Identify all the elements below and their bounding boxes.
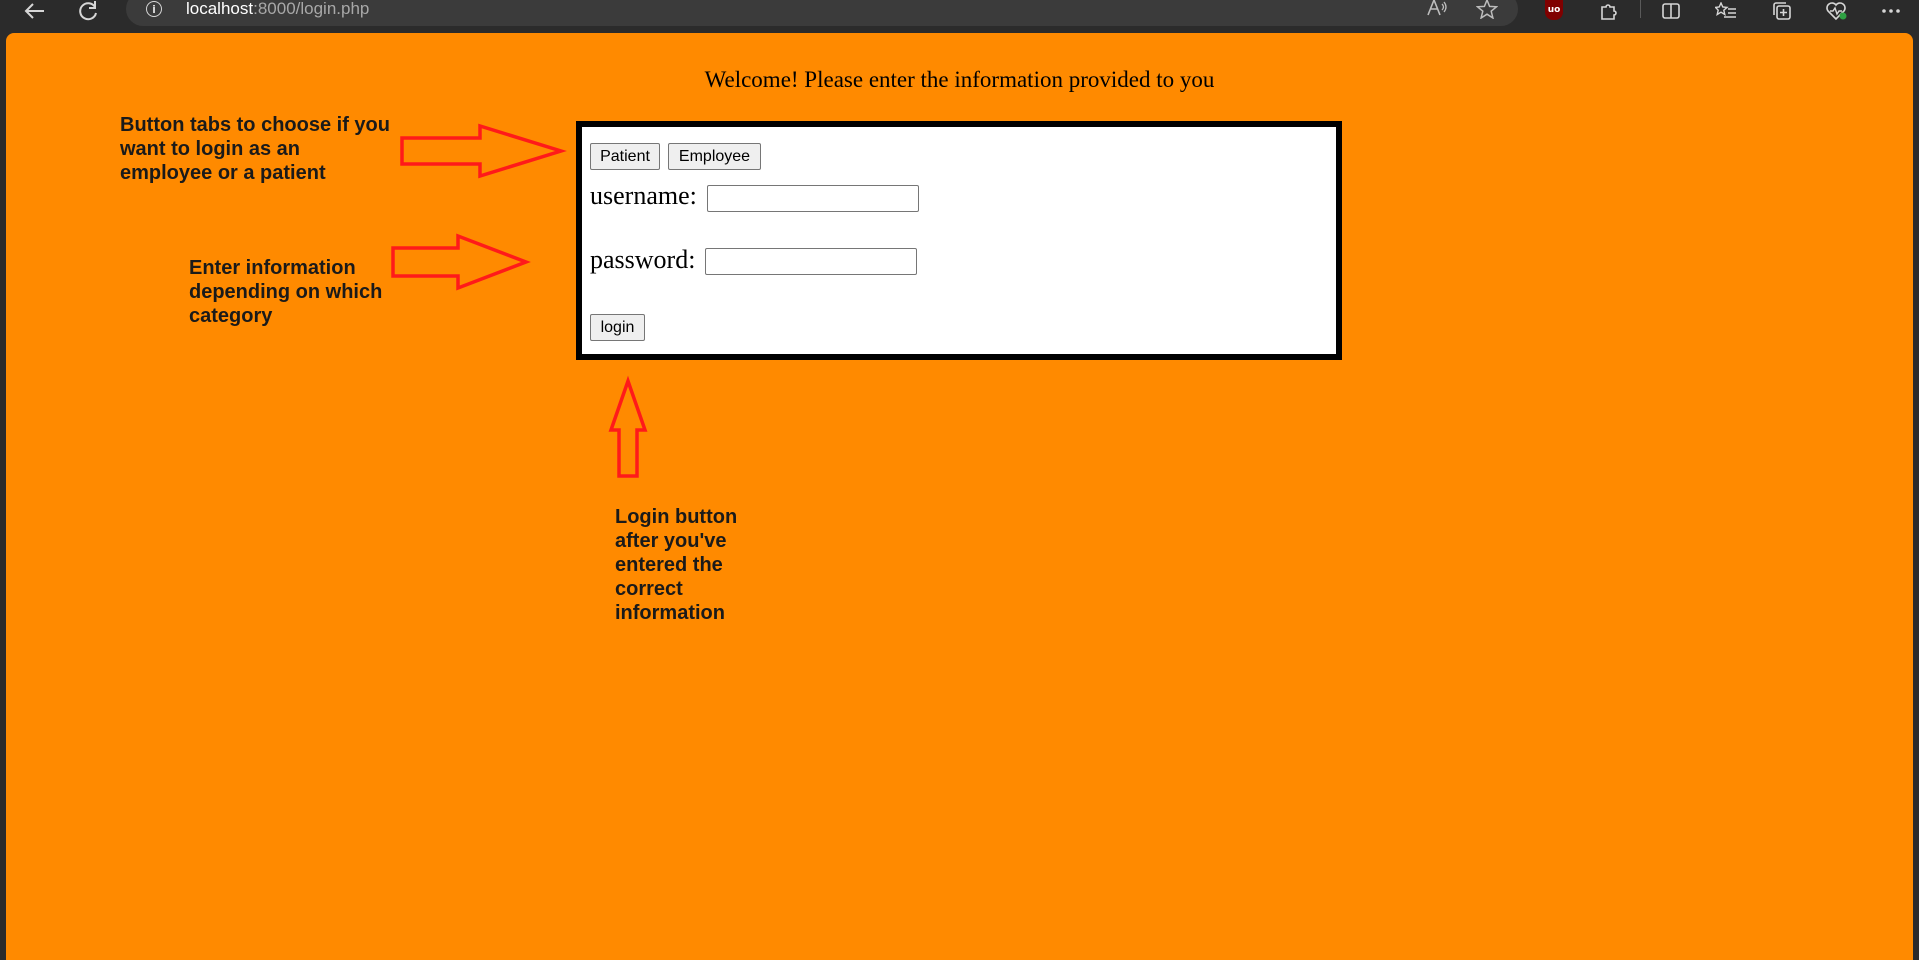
more-menu-icon[interactable] bbox=[1875, 0, 1907, 22]
url-path: :8000/login.php bbox=[253, 0, 370, 18]
tab-patient[interactable]: Patient bbox=[590, 143, 660, 170]
back-arrow-icon[interactable] bbox=[19, 0, 51, 22]
refresh-icon[interactable] bbox=[73, 0, 105, 22]
page-body: Welcome! Please enter the information pr… bbox=[6, 33, 1913, 960]
extensions-puzzle-icon[interactable] bbox=[1593, 0, 1625, 22]
login-form-box: Patient Employee username: password: log… bbox=[576, 121, 1342, 360]
browser-toolbar: i localhost:8000/login.php uo bbox=[0, 0, 1919, 33]
browser-essentials-heart-icon[interactable] bbox=[1820, 0, 1852, 22]
url-text[interactable]: localhost:8000/login.php bbox=[186, 0, 369, 19]
username-label: username: bbox=[590, 181, 697, 210]
password-label: password: bbox=[590, 245, 696, 274]
ublock-extension-icon[interactable]: uo bbox=[1545, 0, 1563, 20]
collections-icon[interactable] bbox=[1766, 0, 1798, 22]
split-screen-icon[interactable] bbox=[1655, 0, 1687, 22]
password-input[interactable] bbox=[705, 248, 917, 275]
tabs-annotation-note: Button tabs to choose if you want to log… bbox=[120, 114, 390, 184]
favorites-list-icon[interactable] bbox=[1710, 0, 1742, 22]
url-host: localhost bbox=[186, 0, 254, 18]
toolbar-divider bbox=[1640, 0, 1641, 18]
tab-employee[interactable]: Employee bbox=[668, 143, 761, 170]
ublock-badge: uo bbox=[1547, 5, 1561, 15]
welcome-heading: Welcome! Please enter the information pr… bbox=[704, 67, 1215, 92]
fields-annotation-note: Enter information depending on which cat… bbox=[189, 257, 383, 327]
favorite-star-icon[interactable] bbox=[1475, 0, 1499, 24]
read-aloud-icon[interactable] bbox=[1426, 0, 1448, 22]
login-annotation-note: Login button after you've entered the co… bbox=[615, 506, 738, 624]
login-button[interactable]: login bbox=[590, 314, 645, 341]
username-input[interactable] bbox=[707, 185, 919, 212]
address-bar[interactable]: i localhost:8000/login.php bbox=[126, 0, 1518, 26]
site-info-icon[interactable]: i bbox=[146, 1, 162, 17]
